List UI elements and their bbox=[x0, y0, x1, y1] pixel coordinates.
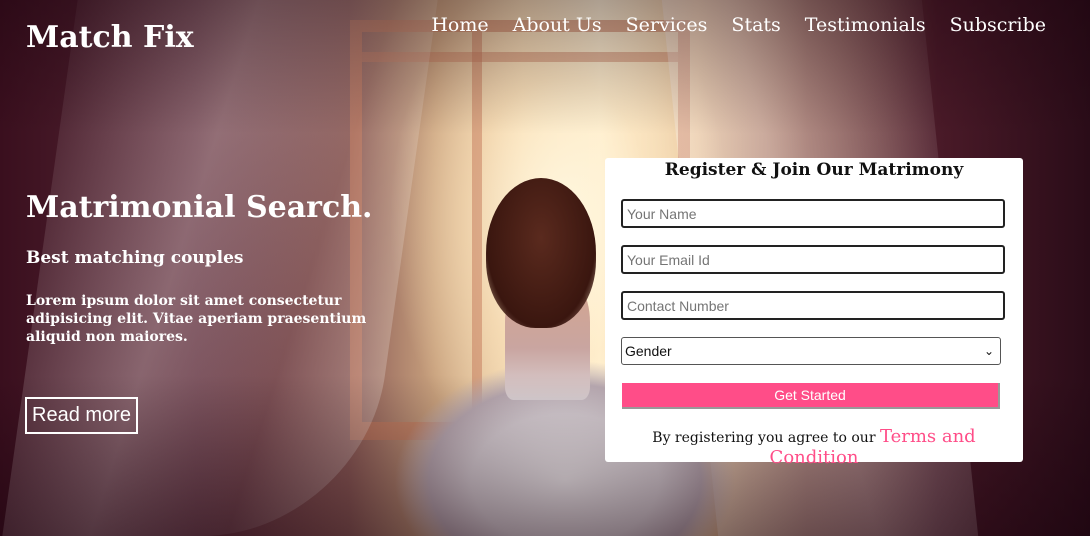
nav-about-us[interactable]: About Us bbox=[513, 14, 602, 36]
hero-title: Matrimonial Search. bbox=[26, 190, 373, 225]
register-form: Register & Join Our Matrimony Gender ⌄ G… bbox=[605, 158, 1023, 468]
brand-logo[interactable]: Match Fix bbox=[26, 20, 194, 55]
nav-testimonials[interactable]: Testimonials bbox=[805, 14, 926, 36]
nav-subscribe[interactable]: Subscribe bbox=[950, 14, 1046, 36]
terms-text: By registering you agree to our Terms an… bbox=[605, 426, 1023, 468]
nav-services[interactable]: Services bbox=[626, 14, 708, 36]
register-title: Register & Join Our Matrimony bbox=[664, 160, 964, 180]
terms-prefix: By registering you agree to our bbox=[652, 430, 876, 446]
nav-stats[interactable]: Stats bbox=[731, 14, 780, 36]
contact-number-input[interactable] bbox=[621, 291, 1005, 320]
hero-description: Lorem ipsum dolor sit amet consectetur a… bbox=[26, 293, 367, 345]
email-input[interactable] bbox=[621, 245, 1005, 274]
hero-subtitle: Best matching couples bbox=[26, 248, 244, 268]
gender-select-value: Gender bbox=[625, 343, 672, 359]
get-started-button[interactable]: Get Started bbox=[622, 383, 1000, 409]
nav-home[interactable]: Home bbox=[431, 14, 488, 36]
main-nav: Home About Us Services Stats Testimonial… bbox=[407, 14, 1046, 36]
chevron-down-icon: ⌄ bbox=[983, 344, 994, 358]
name-input[interactable] bbox=[621, 199, 1005, 228]
gender-select[interactable]: Gender ⌄ bbox=[621, 337, 1001, 365]
read-more-button[interactable]: Read more bbox=[25, 397, 138, 434]
